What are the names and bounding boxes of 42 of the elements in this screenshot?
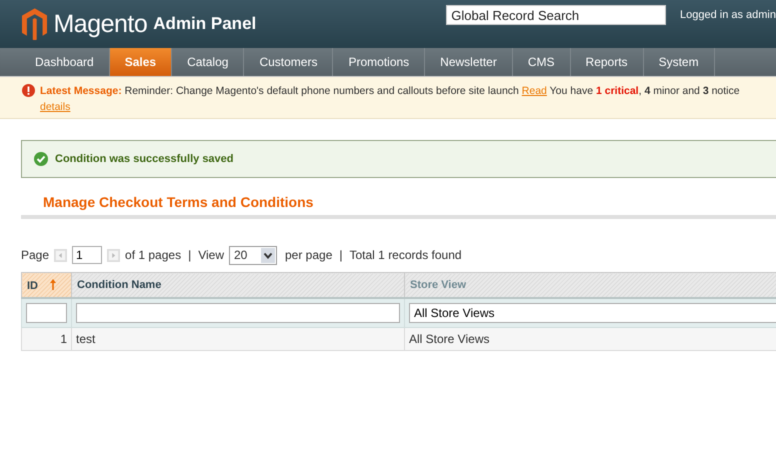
records-count: Total 1 records found: [350, 248, 462, 262]
nav-tab[interactable]: Customers: [244, 48, 334, 76]
separator: |: [188, 248, 192, 262]
nav-tab[interactable]: Promotions: [333, 48, 426, 76]
caret-icon: [261, 248, 275, 262]
page-count-text: of 1 pages: [125, 248, 182, 262]
column-header[interactable]: Store View: [404, 272, 776, 298]
per-page-label: per page: [285, 248, 332, 262]
column-header[interactable]: ID: [22, 272, 72, 298]
logged-in-text: Logged in as admin: [680, 9, 776, 21]
success-text: Condition was successfully saved: [55, 153, 234, 165]
column-header[interactable]: Condition Name: [72, 272, 404, 298]
view-label: View: [198, 248, 224, 262]
store-view-filter-field[interactable]: All Store Views: [409, 303, 776, 323]
check-icon: [34, 152, 48, 166]
separator: |: [339, 248, 342, 262]
nav-tab[interactable]: Reports: [570, 48, 644, 76]
table-cell: All Store Views: [404, 328, 776, 350]
sort-up-arrow-icon: [50, 278, 56, 290]
name-filter-field[interactable]: [76, 303, 400, 323]
details-link[interactable]: details: [40, 101, 70, 113]
id-filter-field[interactable]: [26, 303, 67, 323]
latest-message: Latest Message: Reminder: Change Magento's default phone numbers and callouts before site launch Read You have 1 critical, 4 minor and 3 notice details: [40, 84, 740, 115]
table-cell: test: [72, 328, 404, 350]
per-page-select[interactable]: 20: [229, 246, 277, 264]
logo-text: Magento: [53, 10, 148, 38]
logo-subtitle: Admin Panel: [153, 14, 256, 34]
read-link[interactable]: Read: [522, 85, 547, 97]
table-cell: 1: [22, 328, 72, 350]
page-label: Page: [21, 248, 50, 262]
logo-icon: [22, 8, 48, 40]
nav-tab[interactable]: Catalog: [172, 48, 244, 76]
nav-tab[interactable]: CMS: [512, 48, 571, 76]
global-search-field[interactable]: Global Record Search: [446, 5, 666, 25]
page-title: Manage Checkout Terms and Conditions: [43, 193, 314, 211]
nav-tab[interactable]: Sales: [110, 48, 172, 76]
error-icon: [22, 84, 35, 97]
next-page-button[interactable]: [107, 248, 120, 262]
nav-tab[interactable]: Newsletter: [425, 48, 513, 76]
previous-page-button[interactable]: [54, 248, 68, 262]
nav-tab[interactable]: System: [644, 48, 715, 76]
page-number-field[interactable]: 1: [72, 246, 102, 264]
